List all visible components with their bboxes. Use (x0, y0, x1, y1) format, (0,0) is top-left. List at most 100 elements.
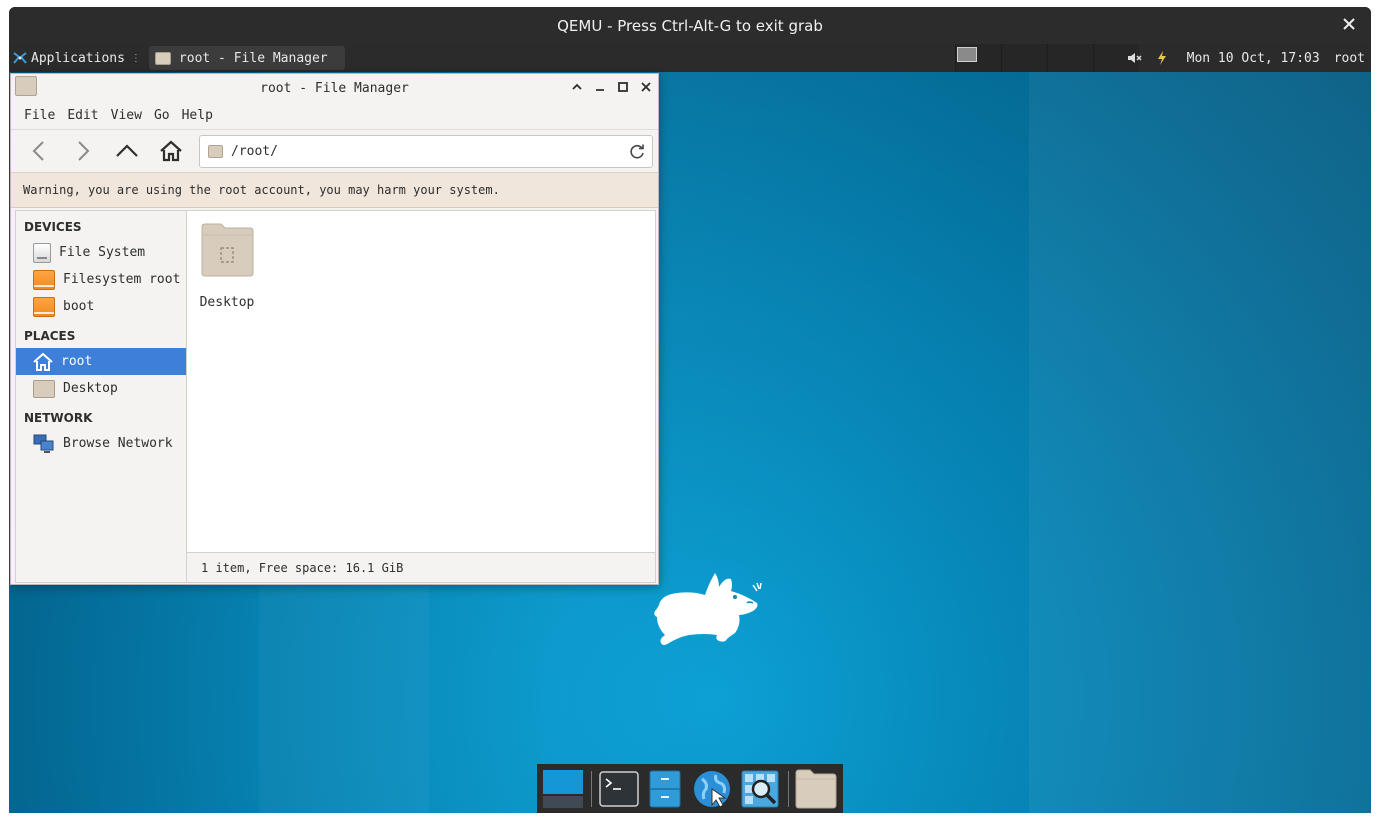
sidebar-item-boot[interactable]: boot (16, 293, 186, 320)
sidebar-item-label: Desktop (63, 381, 118, 396)
chevron-left-icon (32, 141, 44, 161)
warning-text: Warning, you are using the root account,… (23, 183, 500, 197)
reload-icon (630, 144, 644, 159)
root-warning-bar: Warning, you are using the root account,… (11, 172, 658, 208)
window-titlebar[interactable]: root - File Manager (11, 74, 658, 102)
panel-separator: ⋮ (130, 52, 141, 64)
workspace-switcher (955, 44, 1139, 72)
menu-bar: File Edit View Go Help (11, 102, 658, 130)
sidebar-header-devices: DEVICES (24, 220, 82, 234)
home-button[interactable] (149, 133, 193, 169)
maximize-button[interactable] (614, 78, 631, 96)
folder-desktop-icon (201, 223, 253, 277)
power-icon[interactable] (1153, 49, 1171, 67)
volume-muted-icon[interactable] (1125, 49, 1143, 67)
window-title: root - File Manager (260, 80, 409, 96)
maximize-icon (617, 82, 628, 92)
sidebar-item-filesystem-root[interactable]: Filesystem root (16, 266, 186, 293)
sidebar-item-label: root (61, 354, 93, 369)
file-manager-icon (649, 770, 681, 807)
dock (537, 764, 843, 813)
dock-web-browser[interactable] (688, 764, 736, 813)
terminal-icon (599, 770, 639, 807)
menu-file[interactable]: File (18, 108, 61, 123)
content-area: DEVICES File System Filesystem root boot… (15, 210, 656, 583)
guest-desktop: Applications ⋮ root - File Manager Mon 1… (9, 44, 1371, 813)
dock-home-folder[interactable] (793, 764, 839, 813)
status-bar: 1 item, Free space: 16.1 GiB (187, 552, 655, 582)
drive-partition-icon (33, 269, 55, 290)
app-finder-icon (741, 770, 779, 807)
workspace-3[interactable] (1047, 44, 1093, 72)
sidebar-item-label: File System (59, 245, 146, 260)
forward-button[interactable] (61, 133, 105, 169)
xfce-logo-icon (13, 52, 27, 64)
home-folder-icon (795, 769, 837, 808)
drive-harddisk-icon (33, 242, 51, 263)
back-button[interactable] (17, 133, 61, 169)
folder-desktop-icon (33, 379, 55, 398)
minimize-icon (595, 89, 604, 91)
drive-partition-icon (33, 296, 55, 317)
chevron-up-icon (571, 83, 582, 90)
menu-view[interactable]: View (105, 108, 148, 123)
folder-icon (15, 76, 37, 96)
dock-app-finder[interactable] (736, 764, 784, 813)
sidebar-item-root[interactable]: root (16, 348, 186, 375)
dock-terminal[interactable] (596, 764, 642, 813)
home-icon (33, 352, 53, 371)
close-icon (640, 82, 651, 92)
clock[interactable]: Mon 10 Oct, 17:03 (1187, 51, 1320, 66)
file-manager-window: root - File Manager File Edit View Go He… (10, 73, 659, 585)
user-name[interactable]: root (1334, 51, 1365, 66)
sidebar-item-label: Filesystem root (63, 272, 181, 287)
web-browser-icon (694, 770, 730, 808)
qemu-title: QEMU - Press Ctrl-Alt-G to exit grab (557, 16, 823, 35)
qemu-window: QEMU - Press Ctrl-Alt-G to exit grab App… (9, 7, 1371, 813)
shade-button[interactable] (568, 78, 585, 96)
wallpaper-stripe (1029, 44, 1371, 813)
sidebar-item-file-system[interactable]: File System (16, 239, 186, 266)
sidebar: DEVICES File System Filesystem root boot… (16, 211, 187, 582)
dock-show-desktop[interactable] (539, 764, 587, 813)
menu-edit[interactable]: Edit (61, 108, 104, 123)
location-path: /root/ (231, 144, 278, 159)
workspace-window-thumbnail (957, 47, 977, 62)
toolbar: /root/ (11, 130, 658, 172)
menu-go[interactable]: Go (148, 108, 176, 123)
applications-label: Applications (31, 50, 125, 66)
workspace-2[interactable] (1001, 44, 1047, 72)
dock-separator (591, 770, 592, 807)
sidebar-item-label: Browse Network (63, 436, 173, 451)
file-item-label: Desktop (199, 295, 255, 310)
dock-file-manager[interactable] (642, 764, 688, 813)
folder-icon (208, 145, 223, 158)
sidebar-header-network: NETWORK (24, 411, 93, 425)
file-view[interactable]: Desktop 1 item, Free space: 16.1 GiB (187, 211, 655, 582)
qemu-titlebar: QEMU - Press Ctrl-Alt-G to exit grab (9, 7, 1371, 44)
taskbar-item-label: root - File Manager (178, 50, 328, 66)
window-controls (568, 78, 654, 96)
sidebar-item-browse-network[interactable]: Browse Network (16, 430, 186, 457)
reload-button[interactable] (628, 143, 646, 161)
file-item-desktop[interactable]: Desktop (197, 223, 257, 310)
location-bar[interactable]: /root/ (199, 135, 653, 168)
minimize-button[interactable] (591, 78, 608, 96)
applications-menu-button[interactable]: Applications ⋮ (9, 44, 147, 72)
top-panel: Applications ⋮ root - File Manager Mon 1… (9, 44, 1371, 72)
close-button[interactable] (637, 78, 654, 96)
sidebar-item-label: boot (63, 299, 95, 314)
menu-help[interactable]: Help (176, 108, 219, 123)
taskbar-item-file-manager[interactable]: root - File Manager (148, 46, 345, 70)
system-tray: Mon 10 Oct, 17:03 root (1125, 44, 1371, 72)
qemu-close-button[interactable] (1339, 15, 1359, 35)
sidebar-item-desktop[interactable]: Desktop (16, 375, 186, 402)
close-icon (1343, 18, 1355, 30)
parent-folder-button[interactable] (105, 133, 149, 169)
dock-separator (788, 770, 789, 807)
sidebar-header-places: PLACES (24, 329, 76, 343)
workspace-1[interactable] (955, 44, 1001, 72)
status-text: 1 item, Free space: 16.1 GiB (201, 560, 404, 575)
home-icon (160, 140, 182, 162)
chevron-right-icon (78, 141, 90, 161)
